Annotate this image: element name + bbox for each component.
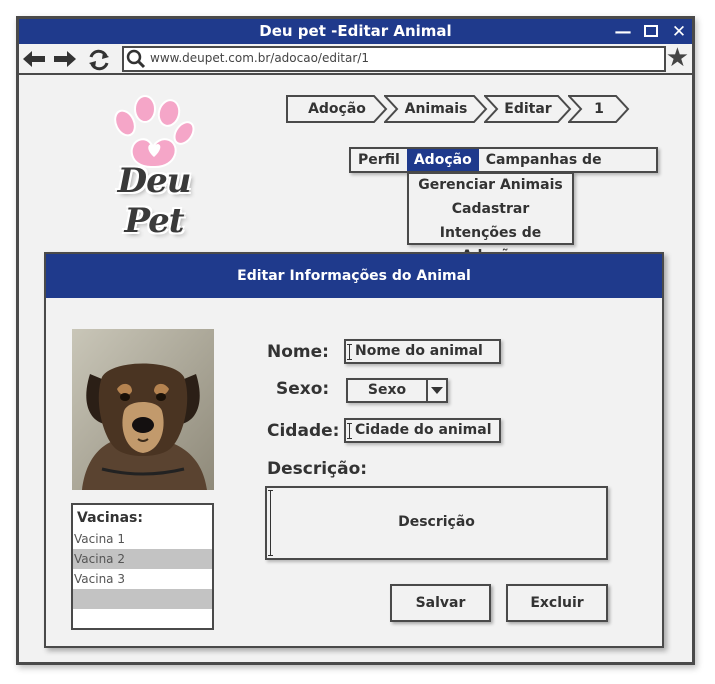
descricao-textarea[interactable]: Descrição [265,486,608,560]
breadcrumb-item-1[interactable]: 1 [568,95,630,123]
nome-placeholder: Nome do animal [355,343,483,359]
breadcrumb-label: Adoção [308,101,366,117]
close-icon[interactable]: ✕ [670,23,688,41]
back-arrow-icon[interactable] [21,48,47,70]
dropdown-item-gerenciar[interactable]: Gerenciar Animais [409,174,572,198]
breadcrumb-item-animais[interactable]: Animais [384,95,488,123]
vaccines-list[interactable]: Vacinas: Vacina 1 Vacina 2 Vacina 3 [71,503,214,630]
breadcrumb-label: Editar [504,101,552,117]
sexo-label: Sexo: [276,379,330,399]
browser-window: Deu pet -Editar Animal — ✕ www.deupet.co… [16,16,695,665]
text-cursor-icon [347,423,352,439]
adocao-dropdown: Gerenciar Animais Cadastrar Intenções de… [407,172,574,264]
nome-label: Nome: [267,342,329,362]
search-icon [126,49,146,69]
maximize-icon[interactable] [642,23,660,41]
cidade-placeholder: Cidade do animal [355,422,492,438]
refresh-icon[interactable] [86,48,112,71]
logo-text: Deu Pet [117,161,192,241]
cidade-label: Cidade: [267,421,340,441]
edit-animal-panel: Editar Informações do Animal Vacinas: Va… [44,252,664,648]
menu-item-adocao[interactable]: Adoção [406,149,479,171]
save-button[interactable]: Salvar [390,584,491,622]
menu-item-campanhas[interactable]: Campanhas de Saúde [479,149,656,190]
deupet-logo[interactable]: Deu Pet [89,95,219,241]
vaccine-item[interactable] [73,589,212,609]
dropdown-item-intencoes[interactable]: Intenções de Adoção [409,222,572,264]
breadcrumb-label: Animais [404,101,468,117]
descricao-label: Descrição: [267,459,368,479]
cidade-input[interactable]: Cidade do animal [344,418,501,443]
animal-photo [72,329,214,490]
vaccine-item[interactable]: Vacina 3 [73,569,212,589]
breadcrumb-item-editar[interactable]: Editar [484,95,572,123]
forward-arrow-icon[interactable] [52,48,78,70]
address-bar[interactable]: www.deupet.com.br/adocao/editar/1 [122,46,666,72]
descricao-placeholder: Descrição [398,514,475,530]
window-controls: — ✕ [614,19,688,44]
window-title: Deu pet -Editar Animal [259,22,452,40]
minimize-icon[interactable]: — [614,23,632,41]
main-menu: Perfil Adoção Campanhas de Saúde [349,147,658,190]
menu-item-perfil[interactable]: Perfil [351,149,407,171]
nome-input[interactable]: Nome do animal [344,339,501,364]
vaccine-item[interactable]: Vacina 2 [73,549,212,569]
vaccines-title: Vacinas: [77,510,143,526]
url-text: www.deupet.com.br/adocao/editar/1 [150,51,369,65]
chevron-down-icon[interactable] [426,380,446,401]
sexo-value: Sexo [367,382,407,398]
delete-button[interactable]: Excluir [506,584,608,622]
browser-toolbar: www.deupet.com.br/adocao/editar/1 ★ [19,44,692,75]
text-cursor-icon [347,344,352,360]
sexo-select[interactable]: Sexo [346,378,448,403]
breadcrumb-label: 1 [594,101,604,117]
breadcrumb-item-adocao[interactable]: Adoção [286,95,388,123]
bookmark-star-icon[interactable]: ★ [666,45,689,71]
dropdown-item-cadastrar[interactable]: Cadastrar [409,198,572,222]
window-titlebar: Deu pet -Editar Animal — ✕ [19,19,692,44]
vaccine-item[interactable]: Vacina 1 [73,529,212,549]
panel-title: Editar Informações do Animal [46,254,662,298]
